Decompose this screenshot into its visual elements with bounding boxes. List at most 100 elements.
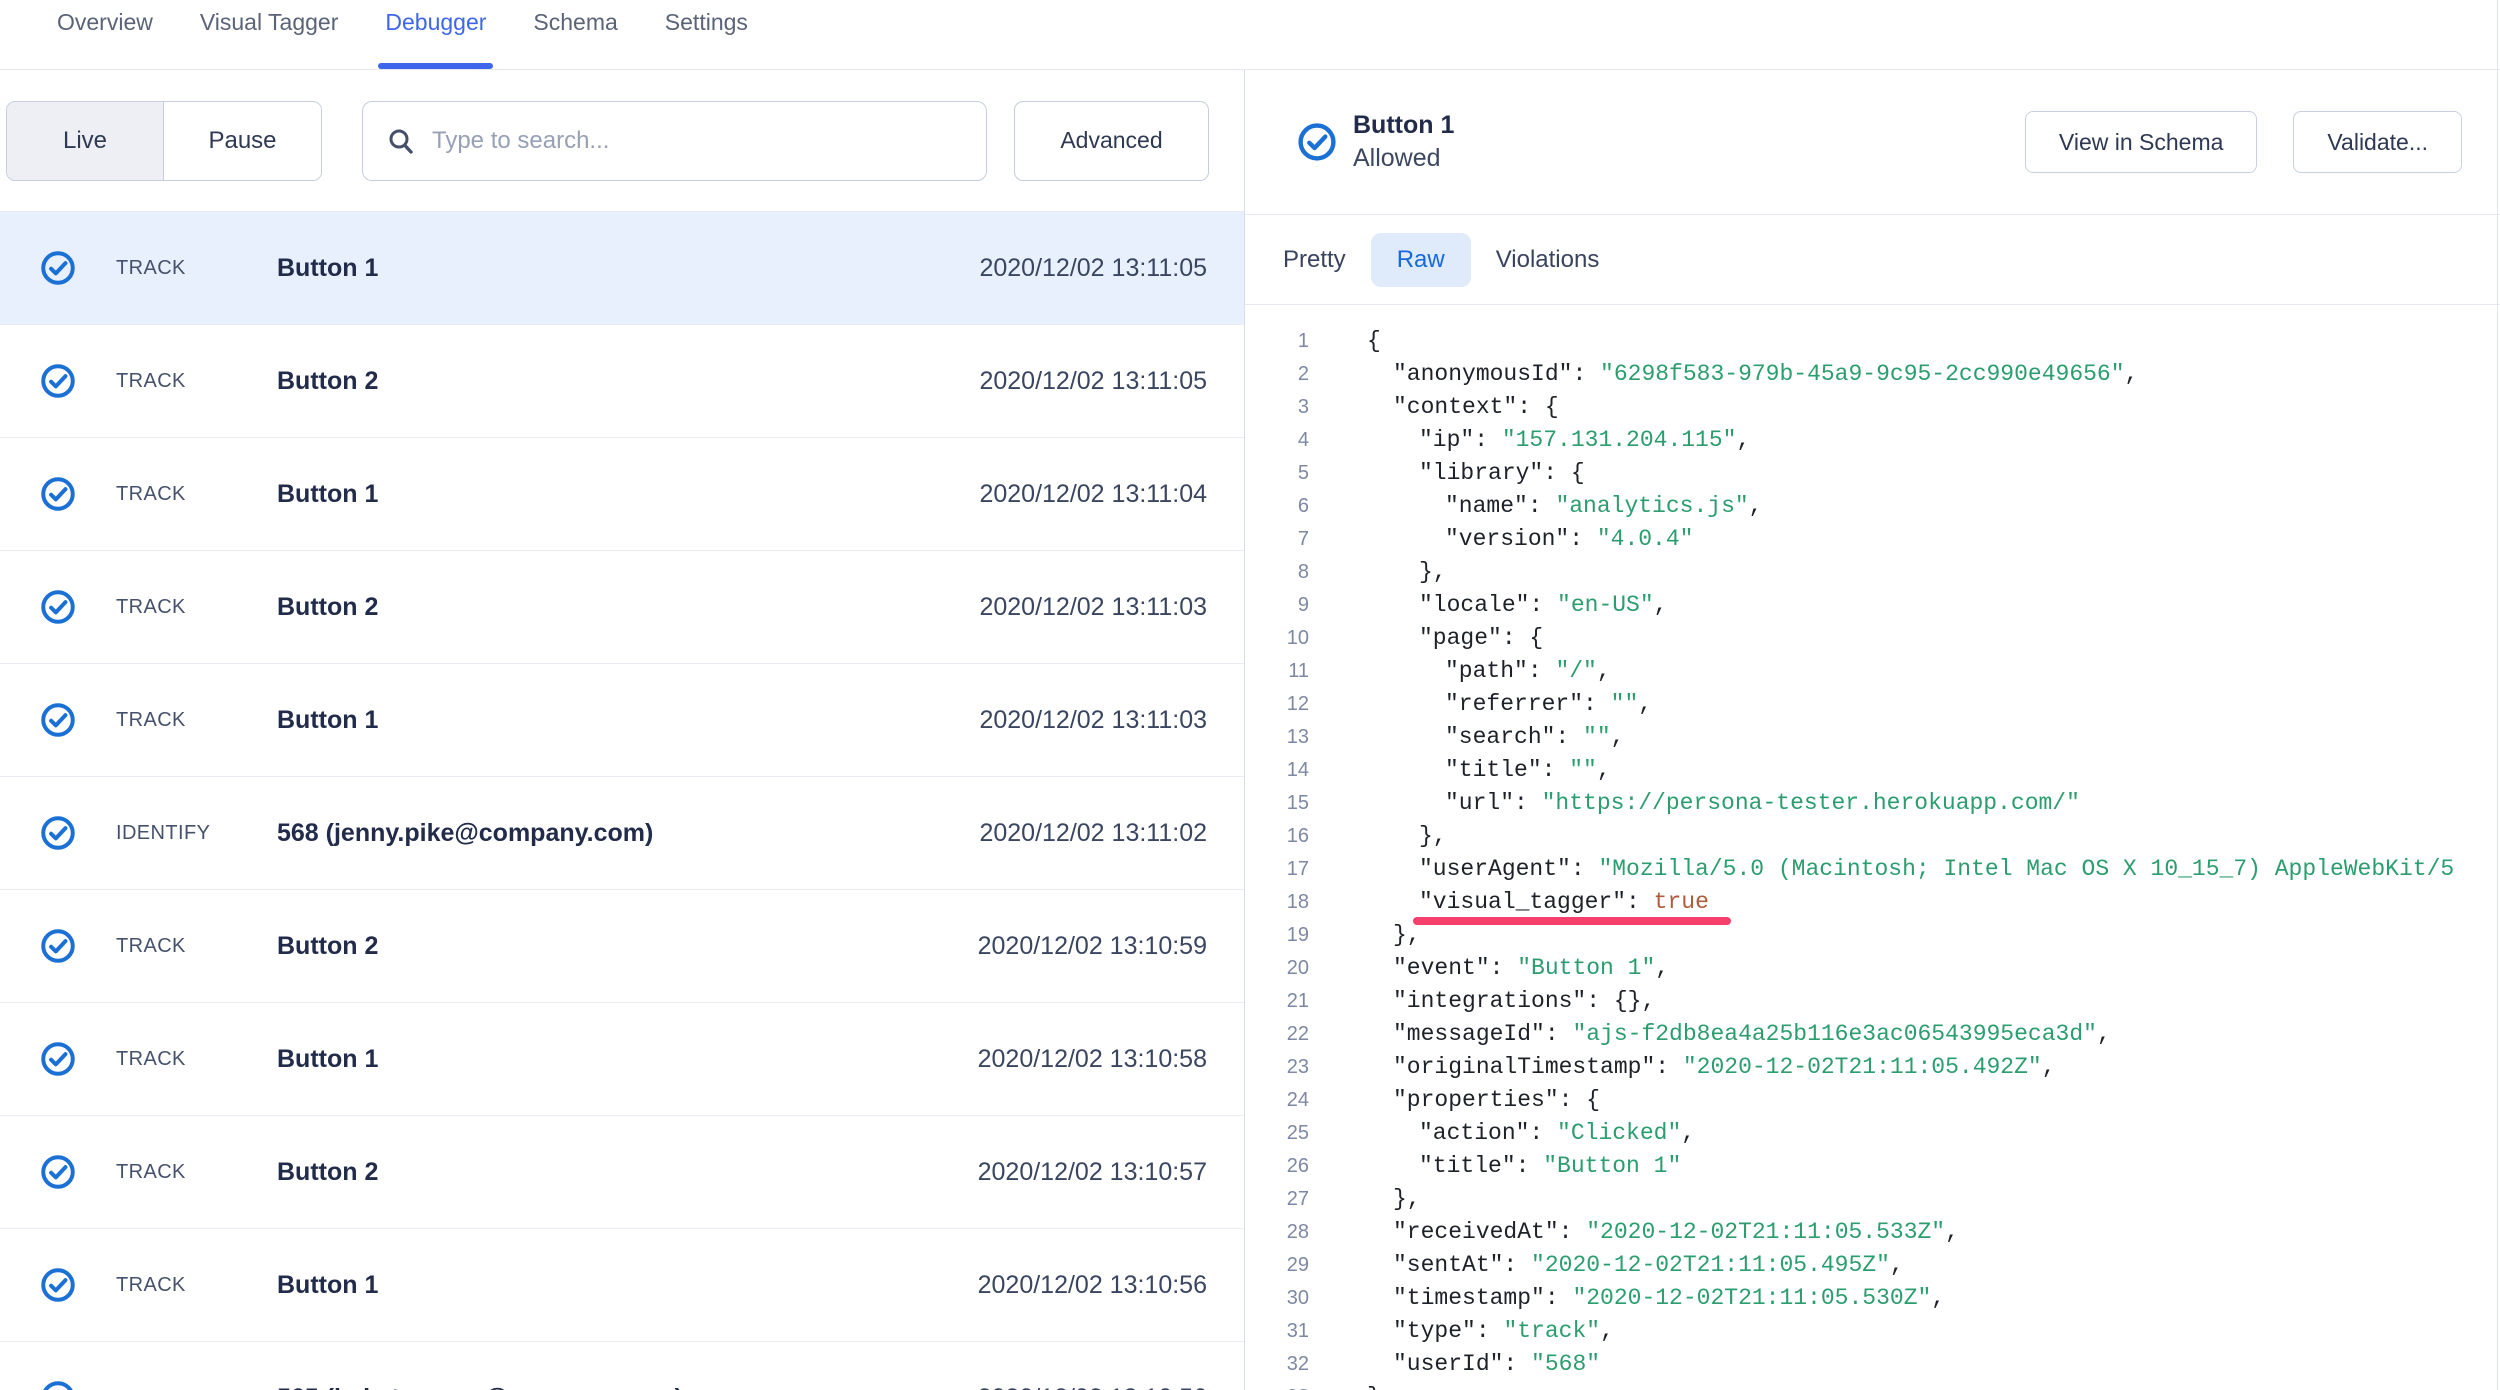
event-row[interactable]: TRACKButton 12020/12/02 13:11:04 bbox=[0, 438, 1244, 551]
line-number: 4 bbox=[1245, 424, 1309, 457]
live-button[interactable]: Live bbox=[7, 102, 164, 180]
code-line-text: "type": "track", bbox=[1367, 1315, 1614, 1348]
debugger-page: Overview Visual Tagger Debugger Schema S… bbox=[0, 0, 2500, 1390]
search-box[interactable] bbox=[362, 101, 987, 181]
check-circle-icon bbox=[40, 589, 76, 625]
tab-visual-tagger[interactable]: Visual Tagger bbox=[200, 0, 339, 69]
code-line-text: }, bbox=[1367, 1183, 1421, 1216]
tab-raw[interactable]: Raw bbox=[1371, 233, 1471, 287]
code-line-text: "ip": "157.131.204.115", bbox=[1367, 424, 1750, 457]
view-in-schema-button[interactable]: View in Schema bbox=[2025, 111, 2258, 173]
code-line-text: "library": { bbox=[1367, 457, 1585, 490]
code-line-text: "originalTimestamp": "2020-12-02T21:11:0… bbox=[1367, 1051, 2056, 1084]
detail-actions: View in Schema Validate... bbox=[2025, 111, 2462, 173]
code-line-text: "title": "", bbox=[1367, 754, 1611, 787]
event-timestamp: 2020/12/02 13:10:58 bbox=[978, 1045, 1207, 1074]
code-line: 13"search": "", bbox=[1245, 721, 2500, 754]
code-line: 18"visual_tagger": true bbox=[1245, 886, 2500, 919]
line-number: 8 bbox=[1245, 556, 1309, 589]
event-timestamp: 2020/12/02 13:11:04 bbox=[979, 480, 1207, 509]
event-row[interactable]: IDENTIFY568 (jenny.pike@company.com)2020… bbox=[0, 777, 1244, 890]
advanced-button[interactable]: Advanced bbox=[1014, 101, 1209, 181]
tab-debugger[interactable]: Debugger bbox=[385, 0, 486, 69]
code-line: 4 "ip": "157.131.204.115", bbox=[1245, 424, 2500, 457]
code-line-text: "properties": { bbox=[1367, 1084, 1600, 1117]
event-timestamp: 2020/12/02 13:11:02 bbox=[979, 819, 1207, 848]
code-line: 22"messageId": "ajs-f2db8ea4a25b116e3ac0… bbox=[1245, 1018, 2500, 1051]
code-line-text: "action": "Clicked", bbox=[1367, 1117, 1695, 1150]
code-line: 5"library": { bbox=[1245, 457, 2500, 490]
check-circle-icon bbox=[40, 928, 76, 964]
event-row[interactable]: TRACKButton 22020/12/02 13:10:57 bbox=[0, 1116, 1244, 1229]
code-line: 33} bbox=[1245, 1381, 2500, 1390]
scrollbar-track[interactable] bbox=[2497, 0, 2498, 1390]
code-line: 23"originalTimestamp": "2020-12-02T21:11… bbox=[1245, 1051, 2500, 1084]
detail-header: Button 1 Allowed View in Schema Validate… bbox=[1245, 70, 2500, 215]
event-row[interactable]: TRACKButton 22020/12/02 13:10:59 bbox=[0, 890, 1244, 1003]
validate-button[interactable]: Validate... bbox=[2293, 111, 2462, 173]
code-line: 17"userAgent": "Mozilla/5.0 (Macintosh; … bbox=[1245, 853, 2500, 886]
event-row[interactable]: TRACKButton 12020/12/02 13:11:05 bbox=[0, 212, 1244, 325]
line-number: 7 bbox=[1245, 523, 1309, 556]
line-number: 20 bbox=[1245, 952, 1309, 985]
event-row[interactable]: IDENTIFY565 (hal.sturgeon@company.com)20… bbox=[0, 1342, 1244, 1390]
event-name: Button 2 bbox=[277, 367, 979, 396]
code-line: 27}, bbox=[1245, 1183, 2500, 1216]
tab-schema[interactable]: Schema bbox=[533, 0, 617, 69]
search-icon bbox=[387, 127, 415, 155]
check-circle-icon bbox=[40, 1380, 76, 1390]
event-row[interactable]: TRACKButton 22020/12/02 13:11:05 bbox=[0, 325, 1244, 438]
tab-pretty[interactable]: Pretty bbox=[1269, 233, 1360, 287]
tab-overview[interactable]: Overview bbox=[57, 0, 153, 69]
code-line: 11"path": "/", bbox=[1245, 655, 2500, 688]
event-type: TRACK bbox=[116, 1161, 277, 1184]
visual-tagger-annotation: "visual_tagger": true bbox=[1419, 886, 1709, 918]
code-line: 7"version": "4.0.4" bbox=[1245, 523, 2500, 556]
code-line: 2"anonymousId": "6298f583-979b-45a9-9c95… bbox=[1245, 358, 2500, 391]
check-circle-icon bbox=[40, 702, 76, 738]
code-line: 24"properties": { bbox=[1245, 1084, 2500, 1117]
raw-json-view[interactable]: 1{2"anonymousId": "6298f583-979b-45a9-9c… bbox=[1245, 305, 2500, 1390]
event-timestamp: 2020/12/02 13:11:05 bbox=[979, 254, 1207, 283]
event-row[interactable]: TRACKButton 22020/12/02 13:11:03 bbox=[0, 551, 1244, 664]
code-line-text: "userAgent": "Mozilla/5.0 (Macintosh; In… bbox=[1367, 853, 2454, 886]
code-line-text: "event": "Button 1", bbox=[1367, 952, 1669, 985]
event-row[interactable]: TRACKButton 12020/12/02 13:10:56 bbox=[0, 1229, 1244, 1342]
code-line: 31"type": "track", bbox=[1245, 1315, 2500, 1348]
event-row[interactable]: TRACKButton 12020/12/02 13:11:03 bbox=[0, 664, 1244, 777]
check-circle-icon bbox=[40, 363, 76, 399]
line-number: 1 bbox=[1245, 325, 1309, 358]
check-circle-icon bbox=[40, 1041, 76, 1077]
pause-button[interactable]: Pause bbox=[164, 102, 321, 180]
code-line: 29"sentAt": "2020-12-02T21:11:05.495Z", bbox=[1245, 1249, 2500, 1282]
code-line: 1{ bbox=[1245, 325, 2500, 358]
event-status-label: Allowed bbox=[1353, 142, 1454, 175]
event-row[interactable]: TRACKButton 12020/12/02 13:10:58 bbox=[0, 1003, 1244, 1116]
code-line-text: "path": "/", bbox=[1367, 655, 1611, 688]
event-timestamp: 2020/12/02 13:10:57 bbox=[978, 1158, 1207, 1187]
event-type: TRACK bbox=[116, 709, 277, 732]
detail-titles: Button 1 Allowed bbox=[1353, 109, 1454, 175]
event-type: TRACK bbox=[116, 1274, 277, 1297]
tab-violations[interactable]: Violations bbox=[1482, 233, 1614, 287]
code-line-text: "messageId": "ajs-f2db8ea4a25b116e3ac065… bbox=[1367, 1018, 2111, 1051]
event-type: TRACK bbox=[116, 257, 277, 280]
line-number: 19 bbox=[1245, 919, 1309, 952]
code-line-text: }, bbox=[1367, 820, 1447, 853]
check-circle-icon bbox=[40, 1267, 76, 1303]
code-line-text: "search": "", bbox=[1367, 721, 1624, 754]
code-line-text: "userId": "568" bbox=[1367, 1348, 1600, 1381]
code-line: 32"userId": "568" bbox=[1245, 1348, 2500, 1381]
tab-settings[interactable]: Settings bbox=[665, 0, 748, 69]
event-name: 565 (hal.sturgeon@company.com) bbox=[277, 1384, 978, 1390]
event-list[interactable]: TRACKButton 12020/12/02 13:11:05 TRACKBu… bbox=[0, 211, 1244, 1390]
code-line: 6"name": "analytics.js", bbox=[1245, 490, 2500, 523]
event-name: Button 1 bbox=[277, 254, 979, 283]
code-line: 25"action": "Clicked", bbox=[1245, 1117, 2500, 1150]
allowed-check-icon bbox=[1297, 122, 1337, 162]
event-timestamp: 2020/12/02 13:11:05 bbox=[979, 367, 1207, 396]
search-input[interactable] bbox=[430, 126, 962, 156]
line-number: 26 bbox=[1245, 1150, 1309, 1183]
line-number: 2 bbox=[1245, 358, 1309, 391]
event-title: Button 1 bbox=[1353, 109, 1454, 142]
